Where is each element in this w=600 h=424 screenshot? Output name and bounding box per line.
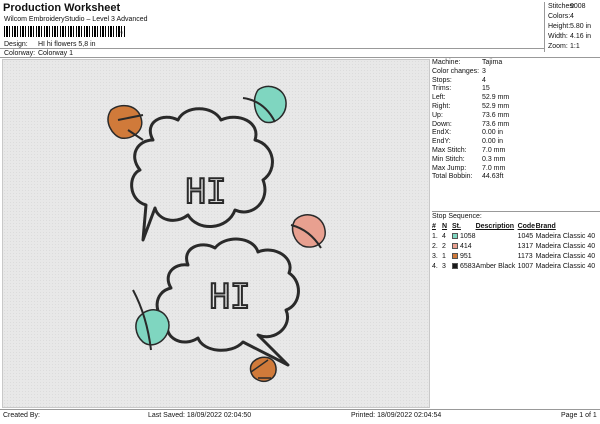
info-row: Up: 73.6 mm bbox=[432, 111, 510, 119]
color-swatch bbox=[452, 242, 458, 249]
stats-panel: Stitches: 9008 Colors: 4 Height: 5.80 in Wi… bbox=[544, 2, 600, 52]
thread-code: 1045 bbox=[517, 232, 534, 240]
leaf-teal-bottom bbox=[135, 309, 170, 346]
stitch-count: 1058 bbox=[452, 231, 476, 241]
color-swatch bbox=[452, 262, 458, 269]
stop-number: 4. bbox=[432, 262, 438, 270]
leaf-orange-top bbox=[107, 104, 143, 139]
table-row: 3. 1 951 1173 Madeira Classic 40 bbox=[432, 251, 600, 261]
thread-code: 1317 bbox=[517, 242, 534, 250]
footer-divider bbox=[0, 409, 600, 410]
stitch-count: 951 bbox=[452, 251, 476, 261]
info-row: Max Jump: 7.0 mm bbox=[432, 164, 506, 172]
info-row: Max Stitch: 7.0 mm bbox=[432, 146, 506, 154]
thread-description bbox=[476, 231, 518, 241]
color-swatch bbox=[452, 252, 458, 259]
footer-page: Page 1 of 1 bbox=[561, 412, 597, 419]
needle-number: 2 bbox=[442, 242, 446, 250]
footer-printed: Printed: 18/09/2022 02:04:54 bbox=[351, 412, 442, 419]
stat-row: Height: 5.80 in bbox=[548, 23, 592, 30]
info-row: EndX: 0.00 in bbox=[432, 129, 504, 137]
info-row: Color changes: 3 bbox=[432, 67, 486, 75]
needle-number: 4 bbox=[442, 232, 446, 240]
stop-number: 3. bbox=[432, 252, 438, 260]
info-row: Machine: Tajima bbox=[432, 59, 503, 66]
info-row: EndY: 0.00 in bbox=[432, 138, 504, 146]
info-row: Down: 73.6 mm bbox=[432, 120, 510, 128]
table-row: 2. 2 414 1317 Madeira Classic 40 bbox=[432, 241, 600, 251]
design-text-bottom: HI bbox=[210, 277, 251, 317]
info-row: Total Bobbin: 44.63ft bbox=[432, 173, 504, 181]
table-row: 4. 3 6583 Amber Black 1007 Madeira Classic 40 bbox=[432, 261, 600, 271]
colorway-label: Colorway: bbox=[4, 50, 36, 57]
needle-number: 3 bbox=[442, 262, 446, 270]
machine-info-panel: Machine: Tajima Color changes: 3 Stops: 4 T… bbox=[432, 59, 600, 182]
embroidery-artwork: HI HI bbox=[107, 85, 326, 382]
info-row: Left: 52.9 mm bbox=[432, 94, 510, 102]
divider bbox=[0, 57, 600, 58]
info-row: Right: 52.9 mm bbox=[432, 102, 510, 110]
design-label: Design: bbox=[4, 41, 28, 48]
thread-brand: Madeira Classic 40 bbox=[535, 242, 596, 250]
stitch-count: 6583 bbox=[452, 261, 476, 271]
info-row: Trims: 15 bbox=[432, 85, 490, 93]
thread-brand: Madeira Classic 40 bbox=[535, 262, 596, 270]
stitch-count: 414 bbox=[452, 241, 476, 251]
design-value: HI hi flowers 5,8 in bbox=[37, 41, 96, 48]
design-preview[interactable]: HI HI bbox=[2, 59, 430, 408]
info-row: Min Stitch: 0.3 mm bbox=[432, 155, 506, 163]
stat-row: Stitches: 9008 bbox=[548, 3, 586, 10]
thread-code: 1007 bbox=[517, 262, 534, 270]
worksheet-title: Production Worksheet bbox=[3, 2, 121, 14]
table-header: # N St. Description Code Brand bbox=[432, 223, 556, 230]
stop-number: 1. bbox=[432, 232, 438, 240]
divider bbox=[0, 48, 544, 49]
info-row: Stops: 4 bbox=[432, 76, 486, 84]
stop-sequence-title: Stop Sequence: bbox=[432, 211, 600, 221]
stop-number: 2. bbox=[432, 242, 438, 250]
stat-row: Width: 4.16 in bbox=[548, 33, 592, 40]
software-subtitle: Wilcom EmbroideryStudio – Level 3 Advanc… bbox=[4, 16, 148, 23]
design-row: Design: HI hi flowers 5,8 in bbox=[4, 41, 96, 48]
thread-code: 1173 bbox=[517, 252, 533, 260]
stop-sequence-table: # N St. Description Code Brand 1. 4 1058 10… bbox=[432, 222, 600, 271]
barcode bbox=[4, 26, 126, 37]
barcode-suffix: , bbox=[120, 24, 124, 36]
needle-number: 1 bbox=[442, 252, 446, 260]
thread-description bbox=[476, 241, 518, 251]
thread-description: Amber Black bbox=[475, 262, 516, 270]
thread-description bbox=[476, 251, 518, 261]
footer-created-by: Created By: bbox=[3, 412, 40, 419]
stat-row: Colors: 4 bbox=[548, 13, 574, 20]
stat-row: Zoom: 1:1 bbox=[548, 43, 580, 50]
footer-last-saved: Last Saved: 18/09/2022 02:04:50 bbox=[148, 412, 252, 419]
color-swatch bbox=[452, 232, 458, 239]
leaf-salmon-right bbox=[291, 214, 326, 248]
colorway-row: Colorway: Colorway 1 bbox=[4, 50, 73, 57]
colorway-value: Colorway 1 bbox=[37, 50, 73, 57]
table-row: 1. 4 1058 1045 Madeira Classic 40 bbox=[432, 231, 600, 241]
thread-brand: Madeira Classic 40 bbox=[535, 232, 596, 240]
thread-brand: Madeira Classic 40 bbox=[535, 252, 596, 260]
design-text-top: HI bbox=[186, 172, 227, 212]
